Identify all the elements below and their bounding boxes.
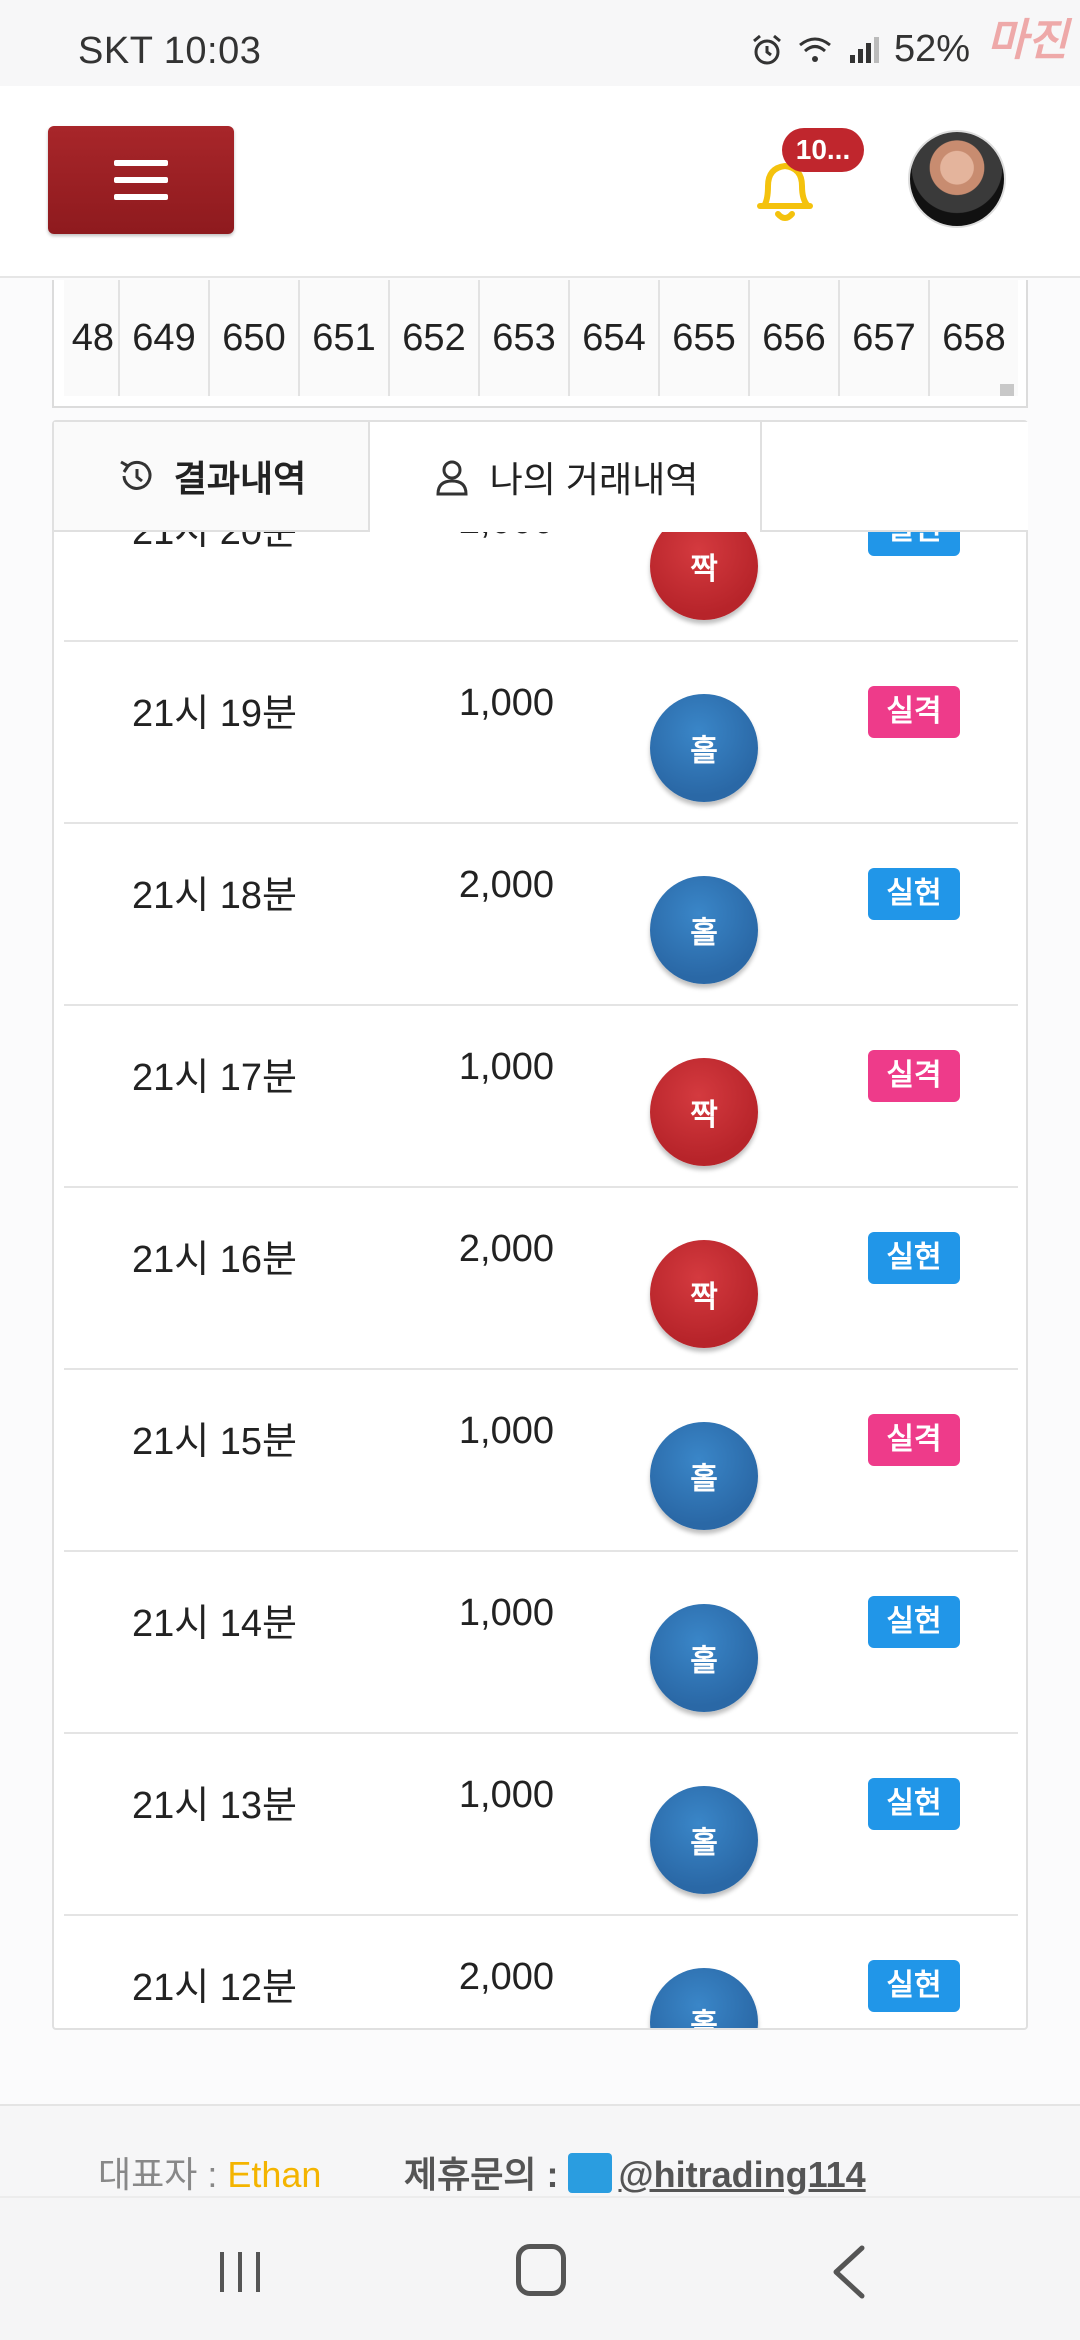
pick-ball-odd: 홀 xyxy=(650,876,758,984)
menu-button[interactable] xyxy=(48,126,234,234)
representative-info: 대표자 : Ethan xyxy=(98,2146,321,2198)
pick-ball-odd: 홀 xyxy=(650,1786,758,1894)
trade-row: 21시 12분 2,000 홀 실현 xyxy=(64,1916,1018,2028)
rep-name: Ethan xyxy=(227,2154,322,2195)
round-number-cell: 651 xyxy=(300,280,390,396)
contact-label: 제휴문의 : xyxy=(404,2154,569,2195)
trade-time: 21시 18분 xyxy=(132,875,298,917)
trade-row: 21시 14분 1,000 홀 실현 xyxy=(64,1552,1018,1734)
tab-bar-filler xyxy=(762,422,1028,532)
user-icon xyxy=(436,460,468,496)
round-number-cell: 653 xyxy=(480,280,570,396)
trade-time: 21시 12분 xyxy=(132,1967,298,2009)
rep-label: 대표자 : xyxy=(98,2154,228,2195)
round-number-cell: 652 xyxy=(390,280,480,396)
trade-amount: 2,000 xyxy=(458,1956,554,1998)
round-number-cell: 649 xyxy=(120,280,210,396)
round-number-cell: 654 xyxy=(570,280,660,396)
status-bar: SKT 10:03 52% 마진 xyxy=(0,0,1080,86)
pick-ball-odd: 홀 xyxy=(650,694,758,802)
status-badge: 실격 xyxy=(868,1414,960,1466)
pick-ball-odd: 홀 xyxy=(650,1604,758,1712)
wifi-icon xyxy=(799,37,831,62)
status-left: SKT 10:03 xyxy=(78,30,261,73)
trade-amount: 2,000 xyxy=(434,532,554,543)
round-number-cell: 655 xyxy=(660,280,750,396)
trade-row: 21시 19분 1,000 홀 실격 xyxy=(64,642,1018,824)
status-badge: 실현 xyxy=(868,1778,960,1830)
pick-ball-odd: 홀 xyxy=(650,1968,758,2028)
battery-label: 52% xyxy=(893,28,970,70)
trade-amount: 1,000 xyxy=(458,1774,554,1816)
menu-icon xyxy=(114,160,168,166)
watermark-logo: 마진 xyxy=(987,16,1068,65)
round-number-cell: 657 xyxy=(840,280,930,396)
round-number-strip: 48 649 650 651 652 653 654 655 656 657 6… xyxy=(52,280,1028,408)
round-number-scroller[interactable]: 48 649 650 651 652 653 654 655 656 657 6… xyxy=(64,280,1018,396)
telegram-icon xyxy=(568,2153,613,2194)
trade-row: 21시 18분 2,000 홀 실현 xyxy=(64,824,1018,1006)
menu-icon-bar xyxy=(114,177,168,183)
partnership-contact: 제휴문의 : @hitrading114 xyxy=(404,2146,866,2198)
pick-ball-even: 짝 xyxy=(650,532,758,620)
pick-ball-even: 짝 xyxy=(650,1240,758,1348)
trade-amount: 1,000 xyxy=(458,1046,554,1088)
status-badge: 실현 xyxy=(868,1596,960,1648)
scrollbar-thumb[interactable] xyxy=(1000,384,1014,396)
carrier-label: SKT xyxy=(78,30,153,72)
history-panel: 결과내역 나의 거래내역 21시 20분 2,000 짝 실현 21시 19분 … xyxy=(52,420,1028,2030)
tab-my-trades[interactable]: 나의 거래내역 xyxy=(370,422,762,532)
round-number-cell: 48 xyxy=(64,280,120,396)
tab-my-trades-label: 나의 거래내역 xyxy=(489,459,699,500)
trade-amount: 2,000 xyxy=(458,1228,554,1270)
round-number-cell: 658 xyxy=(930,280,1018,396)
round-number-cell: 656 xyxy=(750,280,840,396)
trade-list[interactable]: 21시 20분 2,000 짝 실현 21시 19분 1,000 홀 실격 21… xyxy=(64,532,1018,2028)
trade-row: 21시 13분 1,000 홀 실현 xyxy=(64,1734,1018,1916)
trade-row: 21시 17분 1,000 짝 실격 xyxy=(64,1006,1018,1188)
trade-row: 21시 15분 1,000 홀 실격 xyxy=(64,1370,1018,1552)
menu-icon-bar xyxy=(114,194,168,200)
recent-apps-icon[interactable] xyxy=(216,2248,264,2296)
trade-time: 21시 16분 xyxy=(132,1239,298,1281)
trade-time: 21시 13분 xyxy=(132,1785,298,1827)
status-badge: 실격 xyxy=(868,1050,960,1102)
tab-results[interactable]: 결과내역 xyxy=(54,422,370,532)
pick-ball-odd: 홀 xyxy=(650,1422,758,1530)
trade-time: 21시 15분 xyxy=(132,1421,298,1463)
trade-amount: 2,000 xyxy=(458,864,554,906)
clock: 10:03 xyxy=(163,30,262,72)
trade-amount: 1,000 xyxy=(458,1410,554,1452)
trade-amount: 1,000 xyxy=(458,1592,554,1634)
status-badge: 실현 xyxy=(868,532,960,556)
status-badge: 실현 xyxy=(868,1960,960,2012)
status-badge: 실현 xyxy=(868,868,960,920)
history-icon xyxy=(120,460,152,490)
telegram-link[interactable]: @hitrading114 xyxy=(618,2154,865,2195)
trade-time: 21시 17분 xyxy=(132,1057,298,1099)
trade-time: 21시 19분 xyxy=(132,693,298,735)
trade-time: 21시 14분 xyxy=(132,1603,298,1645)
trade-row: 21시 16분 2,000 짝 실현 xyxy=(64,1188,1018,1370)
notification-badge: 10... xyxy=(782,128,864,172)
trade-amount: 1,000 xyxy=(458,682,554,724)
pick-ball-even: 짝 xyxy=(650,1058,758,1166)
tab-results-label: 결과내역 xyxy=(173,458,307,499)
trade-time: 21시 20분 xyxy=(132,532,298,553)
status-badge: 실현 xyxy=(868,1232,960,1284)
back-icon[interactable] xyxy=(828,2244,868,2300)
signal-icon xyxy=(849,36,879,63)
status-badge: 실격 xyxy=(868,686,960,738)
alarm-icon xyxy=(752,34,781,64)
avatar[interactable] xyxy=(908,130,1006,228)
system-nav-bar xyxy=(0,2196,1080,2340)
home-icon[interactable] xyxy=(516,2244,566,2296)
trade-row: 21시 20분 2,000 짝 실현 xyxy=(64,532,1018,642)
app-header: 10... xyxy=(0,86,1080,278)
round-number-cell: 650 xyxy=(210,280,300,396)
footer: 대표자 : Ethan 제휴문의 : @hitrading114 xyxy=(0,2106,1080,2196)
status-right: 52% xyxy=(750,28,970,71)
